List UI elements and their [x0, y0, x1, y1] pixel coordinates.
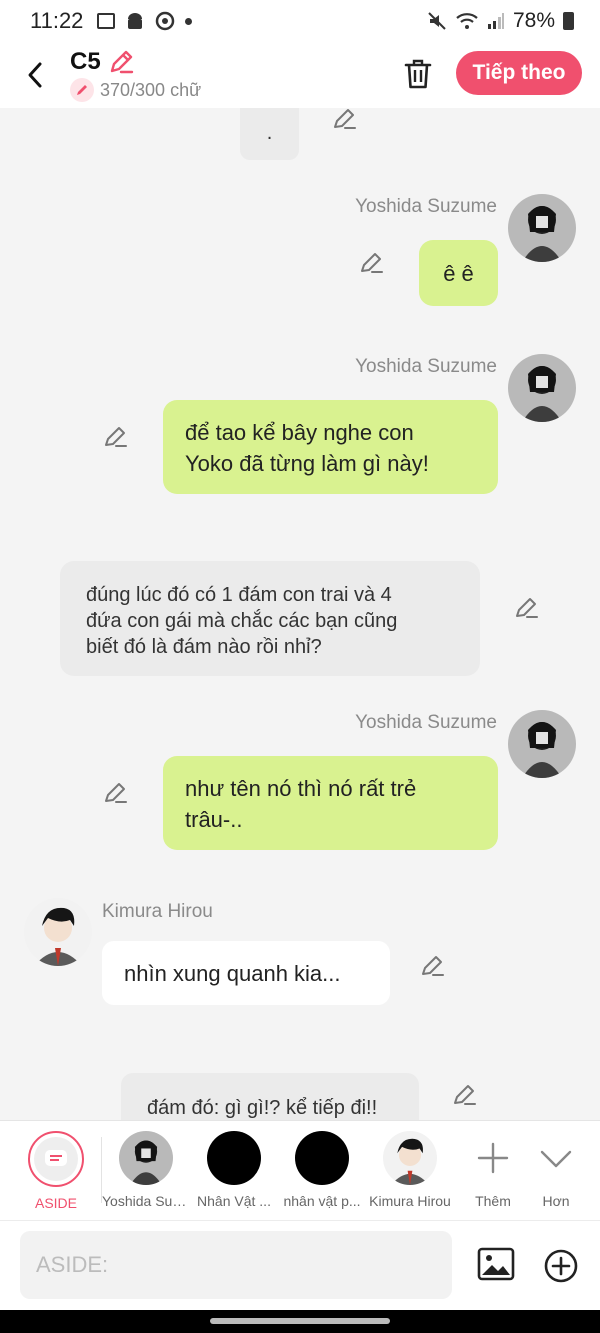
avatar-yoshida-suzume[interactable] — [508, 710, 576, 778]
character-avatar — [207, 1131, 261, 1185]
sender-name: Kimura Hirou — [102, 901, 213, 922]
character-selector: ASIDE Yoshida Suzume Nhân Vật ... nhân v… — [0, 1120, 600, 1220]
image-icon — [477, 1247, 515, 1281]
battery-icon — [563, 12, 574, 30]
message-bubble[interactable]: đám đó: gì gì!? kể tiếp đi!! — [121, 1073, 419, 1120]
character-avatar — [383, 1131, 437, 1185]
edit-message-pencil-icon[interactable] — [103, 780, 129, 806]
character-avatar — [119, 1131, 173, 1185]
word-count: 370/300 chữ — [100, 79, 202, 100]
character-label: Nhân Vật ... — [197, 1193, 271, 1209]
message-input[interactable] — [20, 1231, 452, 1299]
next-button[interactable]: Tiếp theo — [456, 51, 582, 95]
signal-icon — [487, 13, 504, 29]
message-text-line: biết đó là đám nào rồi nhỉ? — [86, 636, 322, 658]
system-nav-bar — [0, 1310, 600, 1333]
status-time: 11:22 — [30, 8, 84, 33]
back-arrow-icon — [28, 62, 42, 88]
collapse-button[interactable]: Hơn — [512, 1131, 600, 1209]
edit-message-pencil-icon[interactable] — [452, 1082, 478, 1108]
wifi-icon — [456, 13, 478, 29]
message-text-line: đúng lúc đó có 1 đám con trai và 4 — [86, 584, 392, 606]
sender-name: Yoshida Suzume — [355, 356, 497, 377]
mute-icon — [428, 12, 446, 30]
edit-message-pencil-icon[interactable] — [332, 108, 358, 132]
input-bar — [0, 1220, 600, 1310]
sender-name: Yoshida Suzume — [355, 196, 497, 217]
message-text-line: như tên nó thì nó rất trẻ — [185, 776, 417, 801]
message-bubble[interactable]: đúng lúc đó có 1 đám con trai và 4 đứa c… — [60, 561, 480, 676]
message-text: đám đó: gì gì!? kể tiếp đi!! — [147, 1097, 378, 1119]
notification-dot-icon — [185, 17, 193, 25]
word-count-pencil-icon — [70, 78, 94, 102]
message-text: nhìn xung quanh kia... — [124, 960, 341, 986]
avatar-yoshida-suzume[interactable] — [508, 354, 576, 422]
character-aside[interactable]: ASIDE — [12, 1131, 100, 1211]
home-gesture-bar[interactable] — [210, 1318, 390, 1324]
character-label: ASIDE — [34, 1195, 77, 1211]
edit-message-pencil-icon[interactable] — [514, 595, 540, 621]
message-text-line: đứa con gái mà chắc các bạn cũng — [86, 610, 398, 632]
message-text-line: trâu-.. — [185, 807, 243, 832]
character-yoshida-suzume[interactable]: Yoshida Suzume — [102, 1131, 190, 1209]
chapter-title: C5 — [70, 48, 101, 75]
gallery-notification-icon — [97, 13, 116, 29]
chrome-icon — [156, 11, 175, 31]
message-bubble[interactable]: ê ê — [419, 240, 498, 306]
back-button[interactable] — [0, 42, 70, 108]
message-bubble[interactable]: nhìn xung quanh kia... — [102, 941, 390, 1005]
character-label: Kimura Hirou — [369, 1193, 451, 1209]
message-bubble[interactable]: . — [240, 108, 299, 160]
battery-percent: 78% — [512, 9, 555, 32]
trash-icon — [404, 59, 432, 89]
message-text: ê ê — [443, 260, 474, 286]
edit-message-pencil-icon[interactable] — [103, 424, 129, 450]
character-label: Hơn — [542, 1193, 570, 1209]
sender-name: Yoshida Suzume — [355, 712, 497, 733]
android-icon — [128, 13, 143, 29]
status-bar: 11:22 78% — [0, 0, 600, 42]
message-text: . — [266, 122, 273, 144]
insert-image-button[interactable] — [476, 1245, 516, 1285]
chat-area[interactable]: . Yoshida Suzume ê ê Yoshida Suzume để t… — [0, 108, 600, 1120]
message-text-line: Yoko đã từng làm gì này! — [185, 451, 429, 476]
chevron-down-icon — [540, 1150, 572, 1168]
character-label: nhân vật p... — [283, 1193, 361, 1209]
aside-chat-icon — [34, 1137, 78, 1181]
character-avatar — [295, 1131, 349, 1185]
avatar-kimura-hirou[interactable] — [24, 898, 92, 966]
message-bubble[interactable]: như tên nó thì nó rất trẻ trâu-.. — [163, 756, 498, 850]
edit-message-pencil-icon[interactable] — [359, 250, 385, 276]
editor-header: C5 370/300 chữ Tiếp theo — [0, 42, 600, 108]
edit-title-pencil-icon[interactable] — [107, 48, 135, 76]
character-nhan-vat-2[interactable]: nhân vật p... — [278, 1131, 366, 1209]
avatar-yoshida-suzume[interactable] — [508, 194, 576, 262]
character-kimura-hirou[interactable]: Kimura Hirou — [366, 1131, 454, 1209]
add-content-button[interactable] — [542, 1247, 580, 1285]
plus-circle-icon — [544, 1249, 578, 1283]
message-bubble[interactable]: để tao kể bây nghe con Yoko đã từng làm … — [163, 400, 498, 494]
message-text-line: để tao kể bây nghe con — [185, 420, 414, 445]
character-label: Yoshida Suzume — [102, 1193, 190, 1209]
delete-button[interactable] — [398, 54, 438, 94]
edit-message-pencil-icon[interactable] — [420, 953, 446, 979]
character-nhan-vat-1[interactable]: Nhân Vật ... — [190, 1131, 278, 1209]
